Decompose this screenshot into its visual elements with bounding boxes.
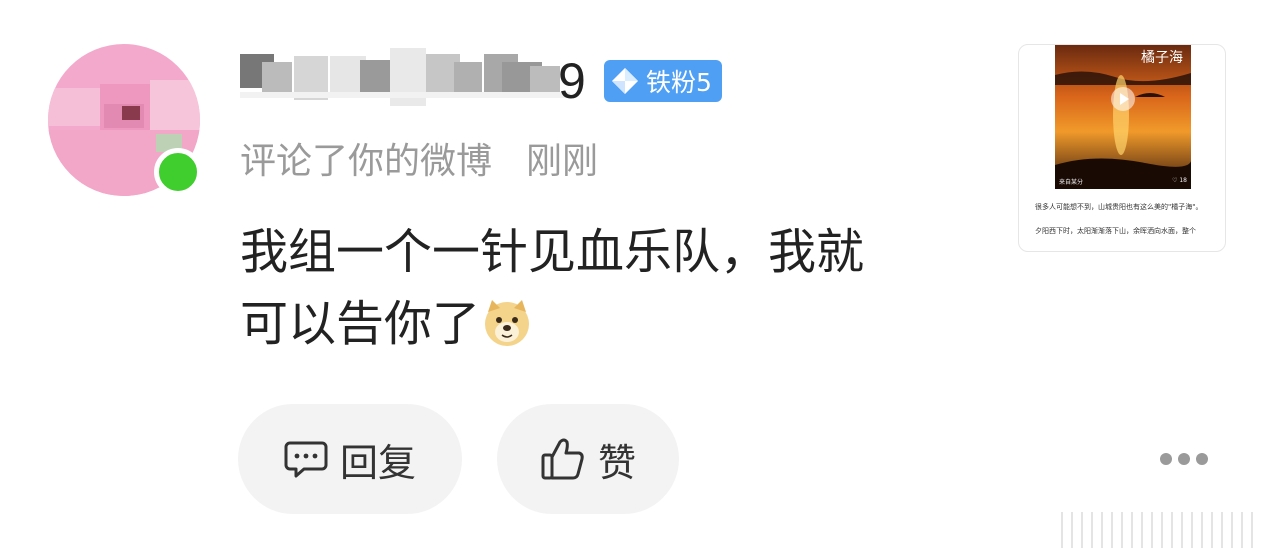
post-thumbnail[interactable]: 橘子海 来自某分 ♡ 18 很多人可能想不到，山城贵阳也有这么美的"橘子海"。 …	[1018, 44, 1226, 252]
photo-footer: 来自某分 ♡ 18	[1059, 177, 1187, 186]
like-button[interactable]: 赞	[497, 404, 679, 514]
avatar-container[interactable]	[48, 44, 202, 196]
more-dot	[1196, 453, 1208, 465]
comment-line-2-text: 可以告你了	[240, 296, 481, 352]
comment-line-1: 我组一个一针见血乐队，我就	[240, 224, 865, 280]
scroll-indicator	[1061, 512, 1253, 548]
reply-label: 回复	[339, 440, 416, 485]
photo-source: 来自某分	[1059, 179, 1084, 186]
photo-overlay-title: 橘子海	[1141, 50, 1183, 66]
more-dot	[1178, 453, 1190, 465]
fan-badge[interactable]: 铁粉5	[604, 60, 722, 102]
online-status-dot	[154, 148, 202, 196]
comment-body[interactable]: 我组一个一针见血乐队，我就 可以告你了	[240, 216, 960, 360]
post-photo: 橘子海 来自某分 ♡ 18	[1055, 45, 1191, 189]
action-text: 评论了你的微博	[240, 141, 493, 182]
doge-emoji-icon	[485, 300, 530, 346]
like-label: 赞	[597, 440, 636, 485]
reply-button[interactable]: 回复	[238, 404, 462, 514]
more-dot	[1160, 453, 1172, 465]
fan-badge-label: 铁粉5	[646, 68, 712, 97]
post-caption: 很多人可能想不到，山城贵阳也有这么美的"橘子海"。 夕阳西下时，太阳渐渐落下山，…	[1035, 201, 1215, 249]
diamond-icon	[612, 68, 638, 94]
caption-paragraph: 很多人可能想不到，山城贵阳也有这么美的"橘子海"。	[1035, 203, 1203, 211]
caption-paragraph: 夕阳西下时，太阳渐渐落下山，余晖洒向水面，整个	[1035, 227, 1196, 235]
comment-line-2: 可以告你了	[240, 288, 960, 360]
comment-meta: 评论了你的微博 刚刚	[240, 132, 598, 184]
photo-likes: ♡ 18	[1172, 177, 1187, 184]
username[interactable]: 9 永恒	[240, 44, 600, 114]
thumbs-up-icon	[541, 438, 584, 480]
timestamp: 刚刚	[526, 141, 599, 182]
comment-icon	[284, 441, 328, 478]
play-icon[interactable]	[1111, 87, 1135, 111]
more-icon[interactable]	[1160, 452, 1208, 466]
